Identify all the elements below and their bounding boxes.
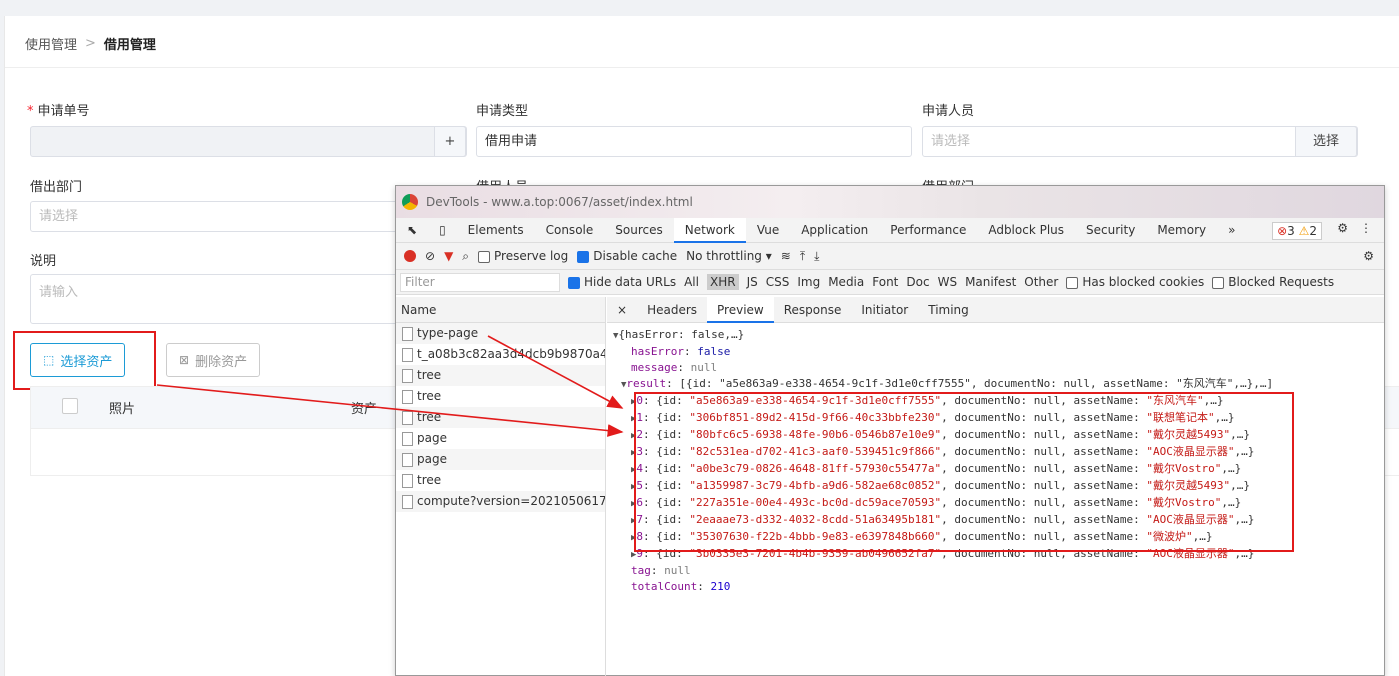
warning-icon: ⚠ — [1298, 224, 1310, 238]
device-icon[interactable]: ▯ — [428, 218, 457, 243]
type-manifest[interactable]: Manifest — [965, 275, 1016, 289]
wifi-icon[interactable]: ≋ — [781, 249, 791, 263]
delete-asset-button[interactable]: ⊠ 删除资产 — [166, 343, 261, 377]
apply-type-field[interactable]: 借用申请 — [476, 126, 912, 157]
tab-adblock[interactable]: Adblock Plus — [977, 218, 1075, 243]
type-xhr[interactable]: XHR — [706, 274, 739, 290]
record-icon[interactable] — [404, 250, 416, 262]
type-ws[interactable]: WS — [938, 275, 957, 289]
settings-icon[interactable]: ⚙ — [1337, 221, 1348, 235]
type-other[interactable]: Other — [1024, 275, 1058, 289]
inspect-icon[interactable]: ⬉ — [396, 218, 428, 243]
request-row[interactable]: page — [396, 428, 605, 449]
name-column-header[interactable]: Name — [396, 297, 605, 323]
applicant-placeholder: 请选择 — [931, 134, 971, 149]
type-font[interactable]: Font — [872, 275, 898, 289]
request-row[interactable]: type-page — [396, 323, 605, 344]
export-icon[interactable]: ⤓ — [814, 249, 819, 264]
blocked-cookies-checkbox[interactable]: Has blocked cookies — [1066, 275, 1204, 289]
delete-icon: ⊠ — [179, 353, 190, 367]
menu-icon[interactable]: ⋮ — [1360, 221, 1372, 235]
type-all[interactable]: All — [684, 275, 699, 289]
applicant-select-button[interactable]: 选择 — [1295, 126, 1357, 157]
divider — [5, 67, 1399, 68]
network-toolbar: ⊘ ▼ ⌕ Preserve log Disable cache No thro… — [396, 243, 1384, 270]
tab-sources[interactable]: Sources — [604, 218, 673, 243]
tab-application[interactable]: Application — [790, 218, 879, 243]
tab-headers[interactable]: Headers — [637, 297, 707, 323]
breadcrumb-separator: > — [85, 36, 96, 51]
applicant-field[interactable]: 请选择 选择 — [922, 126, 1358, 157]
filter-input[interactable]: Filter — [400, 272, 560, 292]
request-row[interactable]: compute?version=20210506175... — [396, 491, 605, 512]
dept-field[interactable]: 请选择 — [30, 201, 410, 232]
hide-data-urls-checkbox[interactable]: Hide data URLs — [568, 275, 676, 289]
tab-security[interactable]: Security — [1075, 218, 1146, 243]
apply-no-label: * 申请单号 — [27, 104, 90, 119]
import-icon[interactable]: ⤒ — [800, 249, 805, 264]
blocked-requests-checkbox[interactable]: Blocked Requests — [1212, 275, 1334, 289]
devtools-window: DevTools - www.a.top:0067/asset/index.ht… — [395, 185, 1385, 676]
type-media[interactable]: Media — [828, 275, 864, 289]
request-list: Name type-page t_a08b3c82aa3d4dcb9b9870a… — [396, 297, 606, 676]
type-js[interactable]: JS — [747, 275, 758, 289]
devtools-tabbar: ⬉ ▯ Elements Console Sources Network Vue… — [396, 217, 1384, 243]
search-icon[interactable]: ⌕ — [462, 249, 469, 264]
tab-vue[interactable]: Vue — [746, 218, 790, 243]
apply-type-label: 申请类型 — [476, 104, 529, 119]
desc-textarea[interactable]: 请输入 — [30, 274, 410, 324]
network-settings-icon[interactable]: ⚙ — [1363, 249, 1374, 263]
dept-label: 借出部门 — [30, 180, 83, 195]
disable-cache-checkbox[interactable]: Disable cache — [577, 249, 677, 263]
issues-badge[interactable]: ⊗3 ⚠2 — [1272, 222, 1322, 240]
tab-elements[interactable]: Elements — [457, 218, 535, 243]
highlight-box-button — [13, 331, 156, 390]
request-row[interactable]: tree — [396, 470, 605, 491]
highlight-box-json — [634, 392, 1294, 552]
json-result[interactable]: ▼result: [{id: "a5e863a9-e338-4654-9c1f-… — [613, 376, 1384, 393]
filter-icon[interactable]: ▼ — [444, 249, 453, 263]
applicant-label: 申请人员 — [922, 104, 975, 119]
tab-console[interactable]: Console — [535, 218, 605, 243]
type-doc[interactable]: Doc — [906, 275, 929, 289]
request-row[interactable]: page — [396, 449, 605, 470]
json-root[interactable]: ▼{hasError: false,…} — [613, 327, 1384, 344]
apply-no-field[interactable]: + — [30, 126, 467, 157]
col-photo: 照片 — [109, 402, 136, 417]
col-asset: 资产 — [351, 402, 378, 417]
desc-label: 说明 — [30, 254, 57, 269]
tab-memory[interactable]: Memory — [1146, 218, 1217, 243]
apply-no-add-button[interactable]: + — [434, 126, 466, 157]
type-css[interactable]: CSS — [766, 275, 790, 289]
select-all-checkbox[interactable] — [62, 397, 78, 414]
error-icon: ⊗ — [1277, 224, 1288, 238]
tab-preview[interactable]: Preview — [707, 296, 774, 323]
type-img[interactable]: Img — [797, 275, 820, 289]
request-row[interactable]: tree — [396, 407, 605, 428]
filter-bar: Filter Hide data URLs All XHR JS CSS Img… — [396, 270, 1384, 295]
request-row[interactable]: t_a08b3c82aa3d4dcb9b9870a4e... — [396, 344, 605, 365]
close-detail-icon[interactable]: × — [607, 297, 637, 323]
tab-initiator[interactable]: Initiator — [851, 297, 918, 323]
clear-icon[interactable]: ⊘ — [425, 249, 435, 263]
request-row[interactable]: tree — [396, 386, 605, 407]
preserve-log-checkbox[interactable]: Preserve log — [478, 249, 568, 263]
tab-network[interactable]: Network — [673, 217, 746, 243]
request-row[interactable]: tree — [396, 365, 605, 386]
devtools-titlebar: DevTools - www.a.top:0067/asset/index.ht… — [396, 186, 1384, 218]
breadcrumb-parent[interactable]: 使用管理 — [25, 34, 77, 53]
throttle-select[interactable]: No throttling ▾ — [686, 249, 772, 263]
more-tabs-icon[interactable]: » — [1217, 218, 1246, 243]
tab-timing[interactable]: Timing — [918, 297, 979, 323]
tab-response[interactable]: Response — [774, 297, 852, 323]
chrome-logo-icon — [402, 194, 418, 210]
detail-tabs: × Headers Preview Response Initiator Tim… — [607, 296, 1384, 323]
tab-performance[interactable]: Performance — [879, 218, 977, 243]
breadcrumb: 使用管理 > 借用管理 — [25, 34, 156, 53]
breadcrumb-current: 借用管理 — [103, 38, 156, 53]
